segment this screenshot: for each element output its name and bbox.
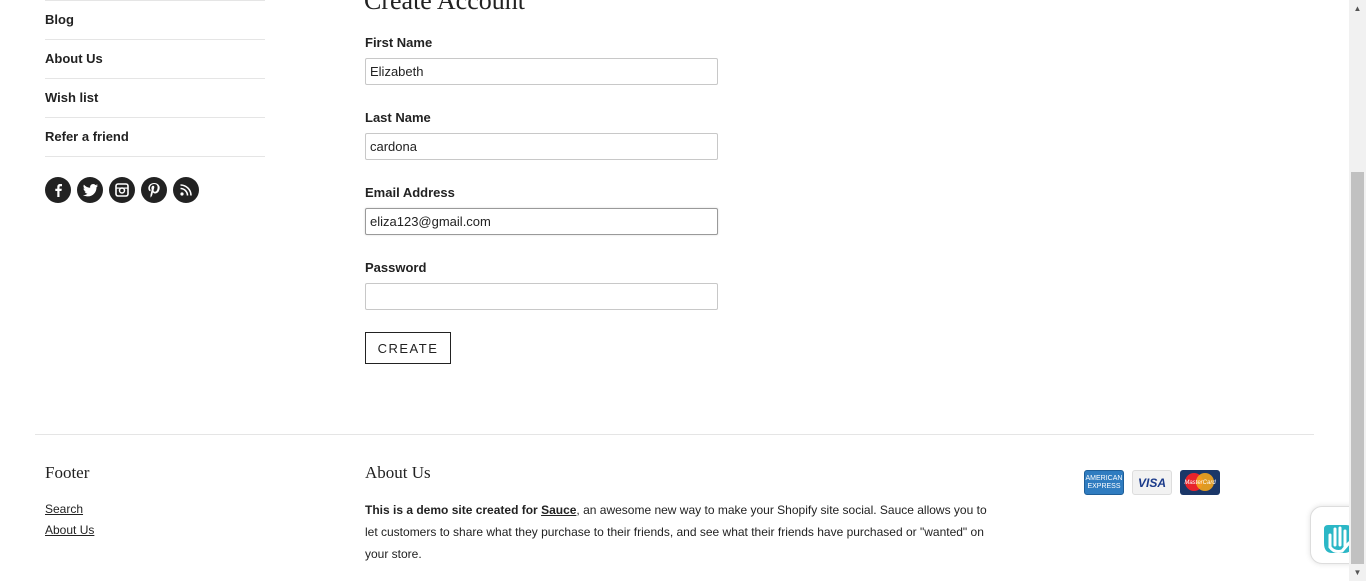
twitter-icon[interactable]: [77, 177, 103, 203]
sidebar-item-wish-list[interactable]: Wish list: [45, 79, 265, 118]
sauce-link[interactable]: Sauce: [541, 503, 576, 517]
social-links: [45, 177, 199, 203]
amex-icon: AMERICAN EXPRESS: [1084, 470, 1124, 495]
rss-icon[interactable]: [173, 177, 199, 203]
password-field[interactable]: [365, 283, 718, 310]
sidebar-nav: Blog About Us Wish list Refer a friend: [45, 0, 265, 157]
scroll-down-icon[interactable]: ▼: [1349, 564, 1366, 581]
scroll-up-icon[interactable]: ▲: [1349, 0, 1366, 17]
about-heading: About Us: [365, 463, 431, 482]
footer-heading: Footer: [45, 463, 90, 482]
first-name-field[interactable]: [365, 58, 718, 85]
pinterest-icon[interactable]: [141, 177, 167, 203]
sidebar-item-blog[interactable]: Blog: [45, 1, 265, 40]
create-button[interactable]: CREATE: [365, 332, 451, 364]
page-scrollbar[interactable]: ▲ ▼: [1349, 0, 1366, 581]
about-text: This is a demo site created for Sauce, a…: [365, 499, 990, 565]
footer-link-about-us[interactable]: About Us: [45, 523, 94, 537]
sidebar-item-refer-a-friend[interactable]: Refer a friend: [45, 118, 265, 157]
footer-divider: [35, 434, 1314, 435]
mastercard-label: MasterCard: [1184, 479, 1216, 486]
about-intro: This is a demo site created for: [365, 503, 542, 517]
email-field[interactable]: [365, 208, 718, 235]
email-label: Email Address: [365, 185, 455, 200]
scroll-thumb[interactable]: [1351, 172, 1364, 564]
footer-link-search[interactable]: Search: [45, 502, 83, 516]
page-title: Create Account: [364, 0, 525, 15]
facebook-icon[interactable]: [45, 177, 71, 203]
instagram-icon[interactable]: [109, 177, 135, 203]
last-name-field[interactable]: [365, 133, 718, 160]
password-label: Password: [365, 260, 427, 275]
mastercard-icon: MasterCard: [1180, 470, 1220, 495]
visa-icon: VISA: [1132, 470, 1172, 495]
sidebar-item-about-us[interactable]: About Us: [45, 40, 265, 79]
last-name-label: Last Name: [365, 110, 431, 125]
first-name-label: First Name: [365, 35, 433, 50]
payment-icons: AMERICAN EXPRESS VISA MasterCard: [1084, 470, 1220, 495]
